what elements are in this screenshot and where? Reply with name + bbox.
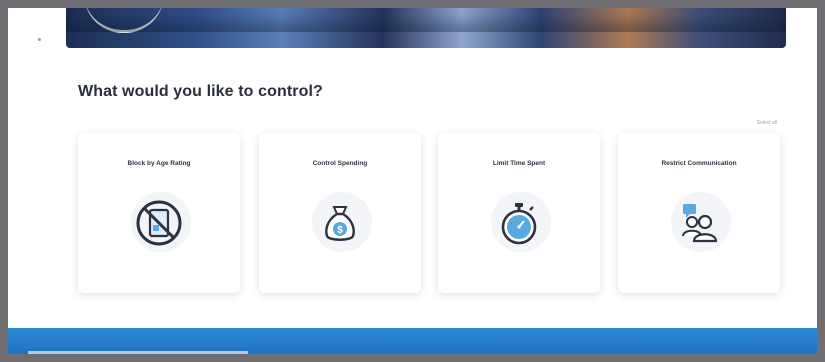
card-control-spending[interactable]: Control Spending $ bbox=[259, 133, 421, 293]
card-label: Block by Age Rating bbox=[127, 160, 191, 167]
card-block-by-age-rating[interactable]: Block by Age Rating bbox=[78, 133, 240, 293]
people-chat-icon bbox=[682, 204, 718, 243]
stopwatch-icon bbox=[501, 203, 537, 245]
control-options: Block by Age Rating Control Spending $ L… bbox=[78, 133, 780, 298]
hero-banner-image bbox=[66, 8, 786, 48]
footer-highlight bbox=[28, 351, 248, 354]
card-restrict-communication[interactable]: Restrict Communication bbox=[618, 133, 780, 293]
card-label: Control Spending bbox=[312, 160, 368, 167]
select-all-link[interactable]: Select all bbox=[757, 120, 777, 126]
card-label: Limit Time Spent bbox=[492, 160, 546, 167]
footer-bar bbox=[8, 328, 817, 354]
page-indicator-dot bbox=[38, 38, 41, 41]
page-title: What would you like to control? bbox=[78, 83, 323, 100]
card-label: Restrict Communication bbox=[661, 160, 737, 167]
money-bag-icon: $ bbox=[325, 206, 355, 241]
app-window: What would you like to control? Select a… bbox=[8, 8, 817, 354]
card-limit-time-spent[interactable]: Limit Time Spent bbox=[438, 133, 600, 293]
hero-logo-arc bbox=[84, 8, 164, 33]
svg-text:$: $ bbox=[337, 225, 343, 236]
blocked-tablet-icon bbox=[136, 200, 182, 246]
